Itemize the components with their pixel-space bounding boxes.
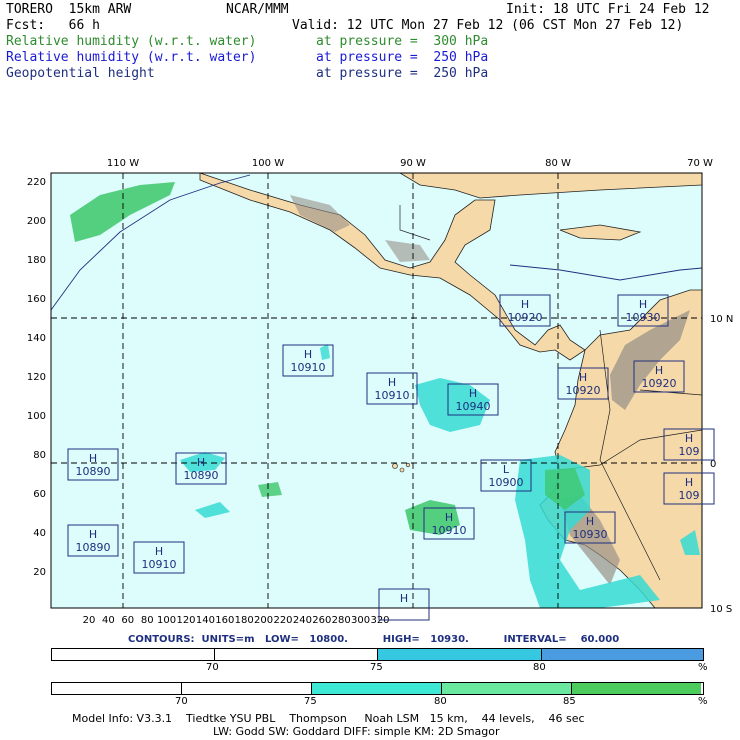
lat-label: 10 N [710,314,733,325]
center-type: H [89,528,97,541]
y-tick-label: 100 [27,411,46,422]
x-tick-label: 100 [157,615,176,626]
center-type: H [521,298,529,311]
colorbar-label: 75 [304,696,317,707]
weather-map: 110 W 100 W 90 W 80 W 70 W 10 N 0 10 S 2… [27,158,733,626]
x-tick-label: 80 [141,615,154,626]
center-type: H [400,592,408,605]
x-tick-label: 140 [196,615,215,626]
center-type: H [89,452,97,465]
center-type: H [197,456,205,469]
center-type: H [586,515,594,528]
x-tick-label: 120 [176,615,195,626]
center-type: H [469,387,477,400]
center-value: 10890 [76,465,111,478]
physics-info: LW: Godd SW: Goddard DIFF: simple KM: 2D… [213,725,500,738]
center-value: 10910 [291,361,326,374]
center-type: H [685,432,693,445]
x-tick-label: 280 [332,615,351,626]
lon-label: 100 W [252,158,284,169]
center-value: 10900 [489,476,524,489]
colorbar-label: 70 [175,696,188,707]
center-type: H [655,364,663,377]
colorbar-rh-250 [51,648,704,661]
y-tick-label: 20 [33,567,46,578]
galapagos-island [392,463,398,469]
galapagos-island [399,467,405,473]
center-value: 10910 [375,389,410,402]
x-tick-label: 20 [83,615,96,626]
y-tick-label: 160 [27,294,46,305]
center-value: 10920 [508,311,543,324]
center-value: 10920 [566,384,601,397]
colorbar-label: 85 [563,696,576,707]
y-tick-label: 80 [33,450,46,461]
y-tick-label: 40 [33,528,46,539]
colorbar-label: 70 [206,662,219,673]
x-tick-label: 180 [235,615,254,626]
x-tick-label: 200 [254,615,273,626]
center-type: L [503,463,510,476]
lon-label: 110 W [107,158,139,169]
center-value: 10890 [184,469,219,482]
model-info: Model Info: V3.3.1 Tiedtke YSU PBL Thomp… [72,712,585,725]
galapagos-island [405,462,411,468]
x-tick-label: 160 [215,615,234,626]
x-tick-label: 220 [273,615,292,626]
y-tick-label: 120 [27,372,46,383]
center-value: 10940 [456,400,491,413]
center-type: H [639,298,647,311]
colorbar-label: % [698,662,708,673]
colorbar-label: 80 [533,662,546,673]
lat-label: 10 S [710,604,732,615]
y-tick-label: 140 [27,333,46,344]
center-value: 109 [679,489,700,502]
center-type: H [155,545,163,558]
contour-info: CONTOURS: UNITS=m LOW= 10800. HIGH= 1093… [128,634,620,645]
x-tick-label: 60 [121,615,134,626]
colorbar-rh-300 [51,682,704,695]
y-tick-label: 220 [27,177,46,188]
lon-label: 90 W [400,158,426,169]
center-value: 10930 [626,311,661,324]
center-value: 10910 [432,524,467,537]
center-type: H [685,476,693,489]
y-tick-label: 200 [27,216,46,227]
colorbar-label: % [698,696,708,707]
center-value: 10930 [573,528,608,541]
colorbar-label: 80 [434,696,447,707]
x-tick-label: 300 [351,615,370,626]
center-type: H [304,348,312,361]
x-tick-label: 240 [293,615,312,626]
center-value: 10910 [142,558,177,571]
colorbar-label: 75 [370,662,383,673]
center-value: 109 [679,445,700,458]
center-type: H [388,376,396,389]
y-tick-label: 180 [27,255,46,266]
lon-label: 70 W [687,158,713,169]
center-type: H [445,511,453,524]
center-value: 10890 [76,541,111,554]
x-tick-label: 40 [102,615,115,626]
y-tick-label: 60 [33,489,46,500]
center-value: 10920 [642,377,677,390]
lon-label: 80 W [545,158,571,169]
x-tick-label: 260 [312,615,331,626]
lat-label: 0 [710,459,716,470]
center-type: H [579,371,587,384]
